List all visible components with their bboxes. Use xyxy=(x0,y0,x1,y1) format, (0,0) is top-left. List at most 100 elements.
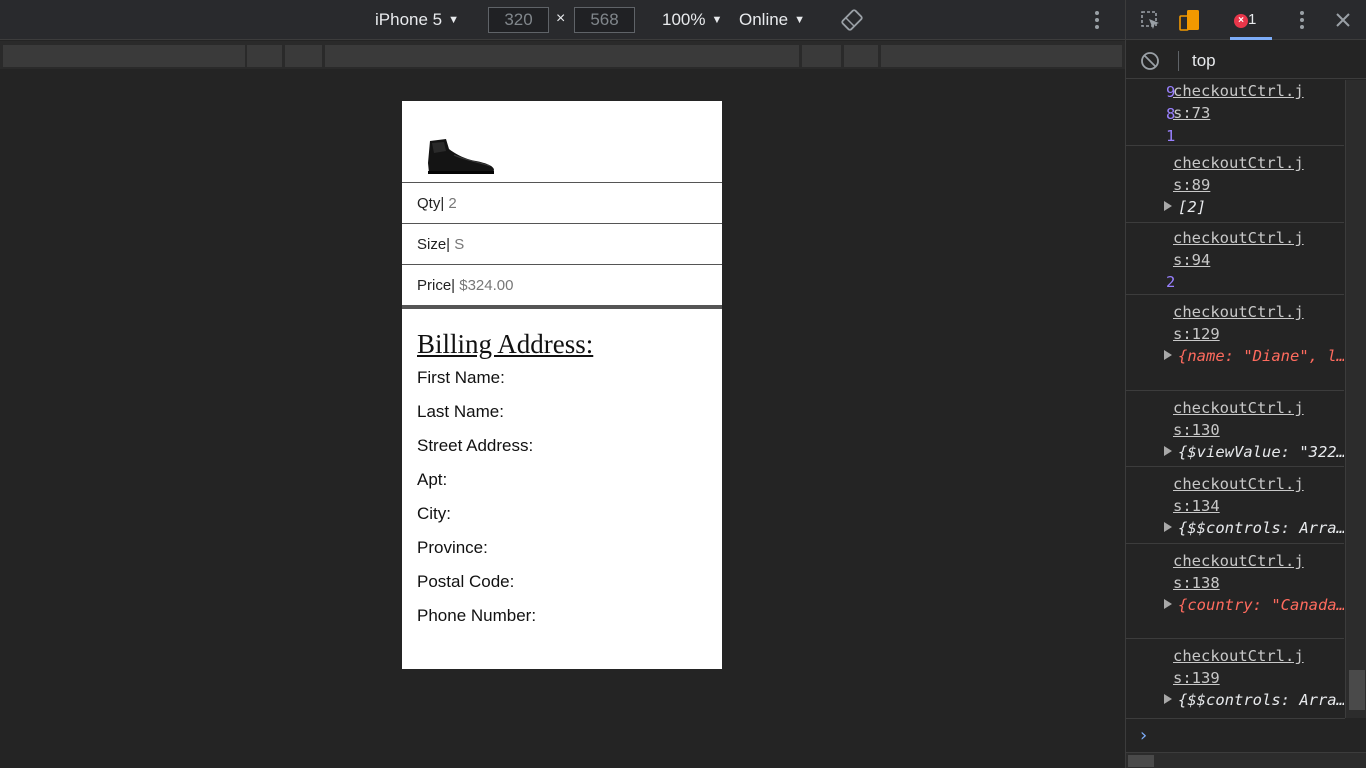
apt-label: Apt: xyxy=(417,470,448,489)
scrollbar-thumb[interactable] xyxy=(1128,755,1154,767)
source-link-text[interactable]: checkoutCtrl.js:94 xyxy=(1173,227,1313,271)
close-icon[interactable] xyxy=(1334,11,1352,29)
console-output: 981 checkoutCtrl.js:73 checkoutCtrl.js:8… xyxy=(1126,80,1344,718)
size-value: S xyxy=(450,236,465,253)
expand-triangle-icon[interactable] xyxy=(1164,446,1172,456)
console-value-row[interactable]: {country: "Canada… Richards St.", …} xyxy=(1126,594,1344,616)
media-query-segment[interactable] xyxy=(844,45,878,67)
city-label: City: xyxy=(417,504,451,523)
horizontal-scrollbar[interactable] xyxy=(1126,752,1366,768)
chevron-down-icon: ▼ xyxy=(794,14,806,26)
street-address-label: Street Address: xyxy=(417,436,534,455)
billing-title: Billing Address: xyxy=(417,329,594,359)
console-value: 981 xyxy=(1166,83,1176,145)
console-source-link[interactable]: checkoutCtrl.js:134 xyxy=(1173,467,1313,517)
source-link-text[interactable]: checkoutCtrl.js:130 xyxy=(1173,397,1313,441)
expand-triangle-icon[interactable] xyxy=(1164,201,1172,211)
source-link-text[interactable]: checkoutCtrl.js:89 xyxy=(1173,152,1313,196)
billing-section: Billing Address: First Name: Last Name: … xyxy=(402,309,722,640)
media-query-segment[interactable] xyxy=(881,45,1122,67)
console-source-link[interactable]: checkoutCtrl.js:130 xyxy=(1173,391,1313,441)
first-name-label: First Name: xyxy=(417,368,505,387)
chevron-down-icon: ▼ xyxy=(448,14,460,26)
console-value-row[interactable]: {$$controls: Arra… xyxy=(1126,517,1344,539)
last-name-label: Last Name: xyxy=(417,402,504,421)
console-scrollbar[interactable] xyxy=(1345,80,1366,718)
network-throttle-select[interactable]: Online ▼ xyxy=(739,8,805,32)
source-link-text[interactable]: checkoutCtrl.js:139 xyxy=(1173,645,1313,689)
console-source-link[interactable]: checkoutCtrl.js:129 xyxy=(1173,295,1313,345)
source-link-text[interactable]: checkoutCtrl.js:129 xyxy=(1173,301,1313,345)
media-query-segment[interactable] xyxy=(3,45,245,67)
width-input[interactable]: 320 xyxy=(488,7,549,33)
price-value: $324.00 xyxy=(455,277,514,294)
filter-divider xyxy=(1178,51,1179,71)
device-select[interactable]: iPhone 5 ▼ xyxy=(375,8,459,32)
prompt-chevron-icon: › xyxy=(1138,725,1149,746)
expand-triangle-icon[interactable] xyxy=(1164,694,1172,704)
console-source-link[interactable]: checkoutCtrl.js:89 xyxy=(1173,146,1313,196)
media-query-segment[interactable] xyxy=(247,45,282,67)
media-query-segment[interactable] xyxy=(285,45,322,67)
postal-code-label: Postal Code: xyxy=(417,572,515,591)
qty-label: Qty| xyxy=(417,195,445,212)
console-entry: checkoutCtrl.js:134 {$$controls: Arra… xyxy=(1126,467,1344,544)
media-query-segment[interactable] xyxy=(802,45,841,67)
rotate-icon[interactable] xyxy=(841,9,863,31)
more-options-icon[interactable] xyxy=(1296,9,1308,31)
console-entry: checkoutCtrl.js:89 [2] xyxy=(1126,146,1344,223)
expand-triangle-icon[interactable] xyxy=(1164,350,1172,360)
qty-value: 2 xyxy=(444,195,457,212)
expand-triangle-icon[interactable] xyxy=(1164,522,1172,532)
devtools-toolbar: × 1 xyxy=(1126,0,1366,40)
console-source-link[interactable]: checkoutCtrl.js:73 xyxy=(1173,80,1313,124)
console-entry: checkoutCtrl.js:139 {$$controls: Arra… xyxy=(1126,639,1344,718)
console-source-link[interactable]: checkoutCtrl.js:139 xyxy=(1173,639,1313,689)
expand-triangle-icon[interactable] xyxy=(1164,599,1172,609)
console-filter-bar: top xyxy=(1126,41,1366,79)
inspect-element-icon[interactable] xyxy=(1140,10,1162,32)
qty-row: Qty| 2 xyxy=(402,183,722,224)
console-source-link[interactable]: checkoutCtrl.js:138 xyxy=(1173,544,1313,594)
media-query-segment[interactable] xyxy=(325,45,799,67)
zoom-select[interactable]: 100% ▼ xyxy=(662,8,722,32)
source-link-text[interactable]: checkoutCtrl.js:138 xyxy=(1173,550,1313,594)
console-value-row[interactable]: {$$controls: Arra… xyxy=(1126,689,1344,711)
console-prompt[interactable]: › xyxy=(1126,718,1345,752)
console-value: [2] xyxy=(1178,198,1206,216)
error-icon: × xyxy=(1234,14,1248,28)
console-value: {$viewValue: "322… xyxy=(1178,443,1344,461)
active-tab-indicator xyxy=(1230,37,1272,40)
zoom-value: 100% xyxy=(662,10,706,29)
console-entry: checkoutCtrl.js:138 {country: "Canada… R… xyxy=(1126,544,1344,639)
console-value: {country: "Canada… Richards St.", …} xyxy=(1178,596,1344,614)
devtools-panel: × 1 top 981 checkoutCtrl.js:73 checkoutCt… xyxy=(1125,0,1366,768)
source-link-text[interactable]: checkoutCtrl.js:134 xyxy=(1173,473,1313,517)
console-value: {$$controls: Arra… xyxy=(1178,519,1344,537)
source-link-text[interactable]: checkoutCtrl.js:73 xyxy=(1173,80,1313,124)
phone-number-label: Phone Number: xyxy=(417,606,537,625)
size-label: Size| xyxy=(417,236,451,253)
context-selector[interactable]: top xyxy=(1192,51,1216,71)
console-entry: checkoutCtrl.js:129 {name: "Diane", l… R… xyxy=(1126,295,1344,391)
console-value: {$$controls: Arra… xyxy=(1178,691,1344,709)
console-source-link[interactable]: checkoutCtrl.js:94 xyxy=(1173,223,1313,271)
console-value: 2 xyxy=(1166,273,1176,291)
scrollbar-thumb[interactable] xyxy=(1349,670,1365,710)
price-label: Price| xyxy=(417,277,456,294)
console-value-row[interactable]: {name: "Diane", l… Richards St.", st… xyxy=(1126,345,1344,367)
console-value-row[interactable]: {$viewValue: "322… xyxy=(1126,441,1344,463)
media-query-bar xyxy=(0,41,1125,69)
height-input[interactable]: 568 xyxy=(574,7,635,33)
more-options-icon[interactable] xyxy=(1090,9,1104,31)
error-count-badge[interactable]: × 1 xyxy=(1234,11,1256,29)
console-value-row[interactable]: [2] xyxy=(1126,196,1344,218)
size-row: Size| S xyxy=(402,224,722,265)
device-toolbar: iPhone 5 ▼ 320 × 568 100% ▼ Online ▼ xyxy=(0,0,1125,40)
chevron-down-icon: ▼ xyxy=(711,14,723,26)
device-name: iPhone 5 xyxy=(375,10,443,29)
console-entry: checkoutCtrl.js:130 {$viewValue: "322… xyxy=(1126,391,1344,467)
clear-console-icon[interactable] xyxy=(1140,51,1160,71)
device-toolbar-toggle-icon[interactable] xyxy=(1178,8,1200,32)
device-viewport: Qty| 2 Size| S Price| $324.00 Billing Ad… xyxy=(402,101,722,669)
